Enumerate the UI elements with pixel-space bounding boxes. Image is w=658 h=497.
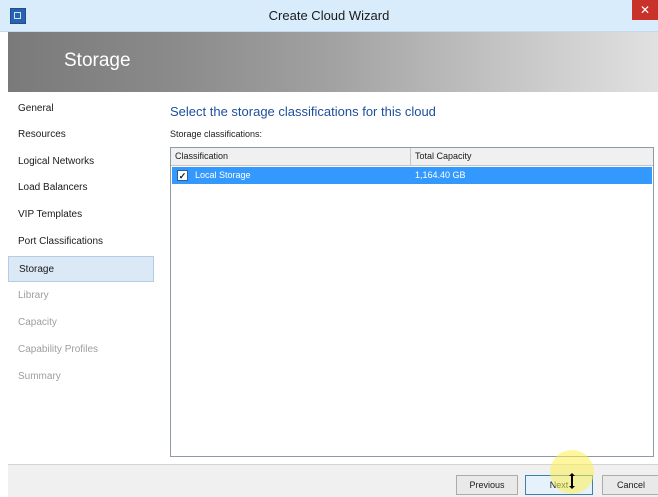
text-cursor-icon [569,473,575,489]
window-title: Create Cloud Wizard [268,8,390,23]
section-heading: Select the storage classifications for t… [170,104,436,119]
storage-classifications-table: Classification Total Capacity ✓ Local St… [170,147,654,457]
sidebar-item-load-balancers[interactable]: Load Balancers [8,175,154,201]
sidebar-item-summary: Summary [18,371,61,382]
sidebar-item-vip-templates[interactable]: VIP Templates [8,202,154,228]
previous-button[interactable]: Previous [456,475,518,495]
table-header: Classification Total Capacity [171,148,653,166]
sidebar-item-capacity: Capacity [18,317,57,328]
sidebar-item-general[interactable]: General [8,96,154,122]
row-checkbox[interactable]: ✓ [177,170,188,181]
storage-classifications-label: Storage classifications: [170,129,263,139]
page-header: Storage [8,32,658,92]
sidebar-item-storage[interactable]: Storage [8,256,154,282]
table-row[interactable]: ✓ Local Storage 1,164.40 GB [172,167,652,184]
classification-cell: Local Storage [195,170,251,180]
sidebar-item-logical-networks[interactable]: Logical Networks [8,149,154,175]
column-header-classification[interactable]: Classification [171,148,411,165]
page-title: Storage [64,50,131,71]
column-header-total-capacity[interactable]: Total Capacity [411,148,653,165]
wizard-sidebar: General Resources Logical Networks Load … [8,92,156,464]
sidebar-item-resources[interactable]: Resources [8,122,154,148]
cancel-button[interactable]: Cancel [602,475,658,495]
sidebar-item-capability-profiles: Capability Profiles [18,344,99,355]
title-bar: Create Cloud Wizard ✕ [0,0,658,32]
total-capacity-cell: 1,164.40 GB [415,170,466,180]
wizard-content: Select the storage classifications for t… [156,92,658,464]
sidebar-item-library: Library [18,290,49,301]
close-button[interactable]: ✕ [632,0,658,20]
sidebar-item-port-classifications[interactable]: Port Classifications [8,229,154,255]
